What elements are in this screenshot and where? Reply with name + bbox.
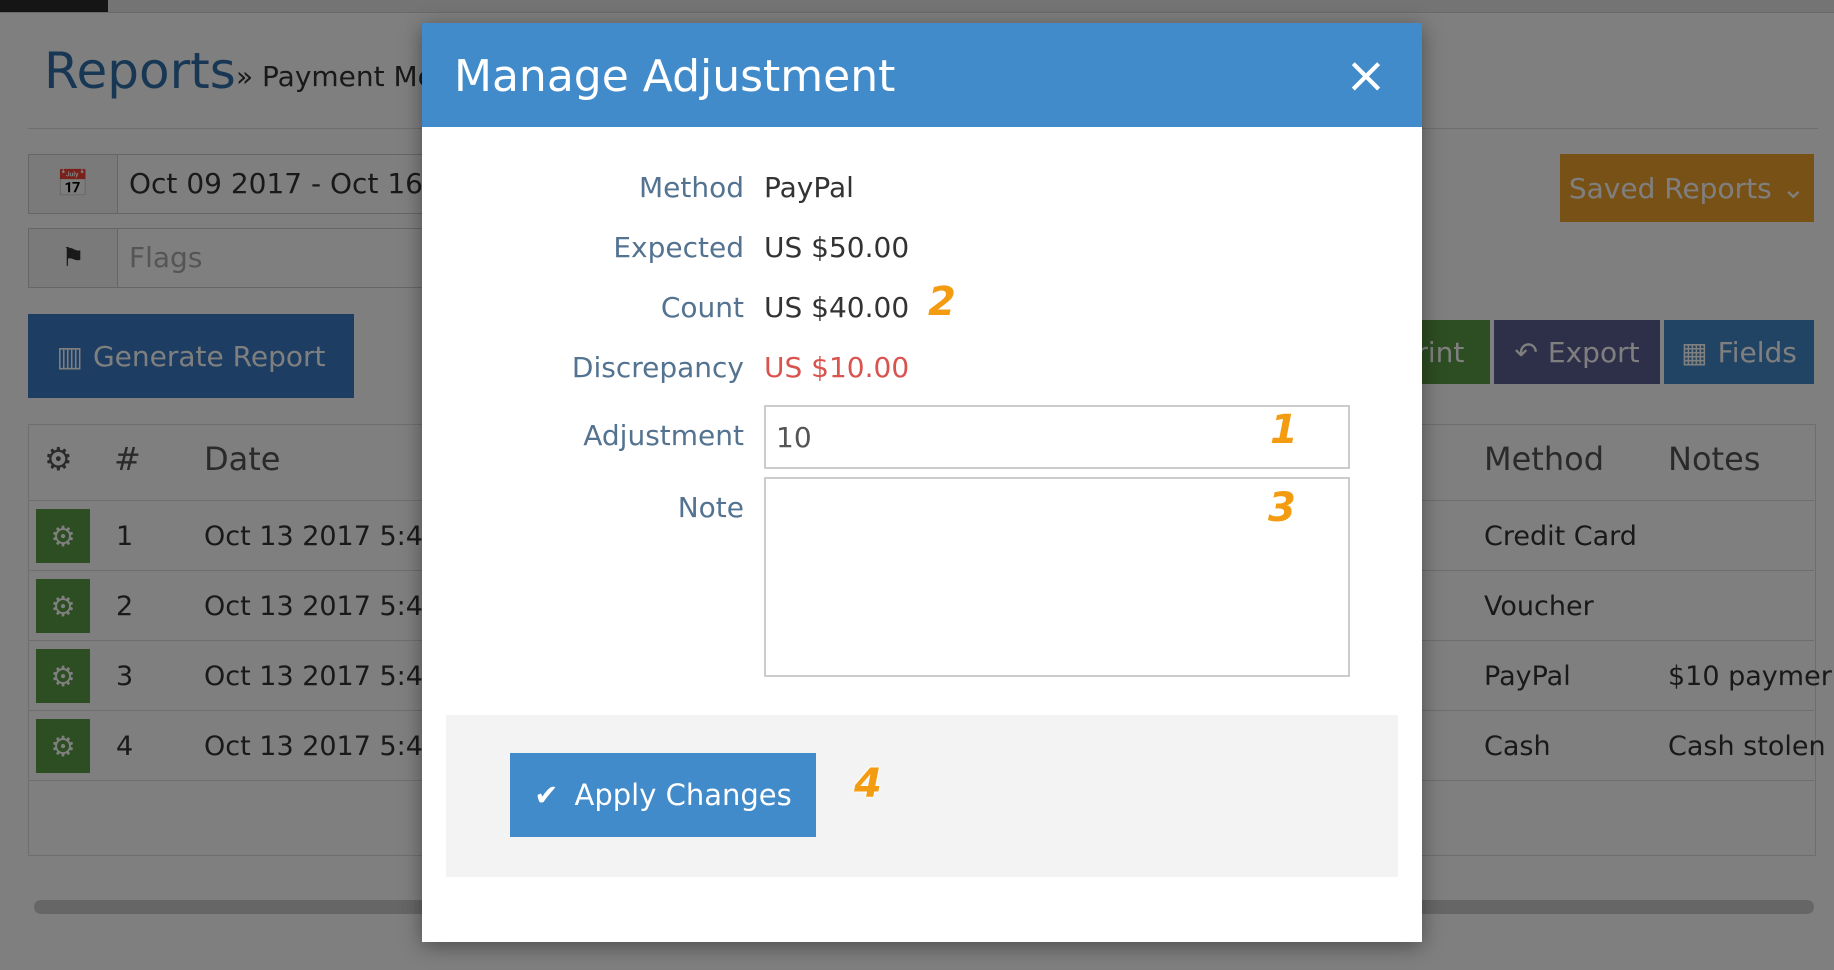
modal-header: Manage Adjustment × bbox=[422, 23, 1422, 127]
callout-number: 2 bbox=[928, 279, 956, 325]
apply-changes-label: Apply Changes bbox=[574, 778, 792, 812]
note-textarea[interactable] bbox=[764, 477, 1350, 677]
close-icon[interactable]: × bbox=[1338, 46, 1394, 104]
discrepancy-label: Discrepancy bbox=[571, 351, 744, 384]
modal-title: Manage Adjustment bbox=[454, 51, 896, 102]
note-label: Note bbox=[677, 491, 744, 524]
apply-changes-button[interactable]: ✔ Apply Changes bbox=[510, 753, 816, 837]
discrepancy-value: US $10.00 bbox=[764, 351, 910, 384]
callout-number: 3 bbox=[1268, 485, 1296, 531]
adjustment-input[interactable] bbox=[764, 405, 1350, 469]
expected-value: US $50.00 bbox=[764, 231, 910, 264]
checkmark-icon: ✔ bbox=[534, 778, 559, 812]
callout-number: 4 bbox=[854, 761, 882, 807]
count-value: US $40.00 bbox=[764, 291, 910, 324]
expected-label: Expected bbox=[613, 231, 744, 264]
modal-footer: ✔ Apply Changes 4 bbox=[446, 715, 1398, 877]
callout-number: 1 bbox=[1270, 407, 1298, 453]
adjustment-label: Adjustment bbox=[583, 419, 744, 452]
manage-adjustment-modal: Manage Adjustment × Method PayPal Expect… bbox=[422, 23, 1422, 942]
method-label: Method bbox=[638, 171, 744, 204]
count-label: Count bbox=[660, 291, 744, 324]
method-value: PayPal bbox=[764, 171, 854, 204]
